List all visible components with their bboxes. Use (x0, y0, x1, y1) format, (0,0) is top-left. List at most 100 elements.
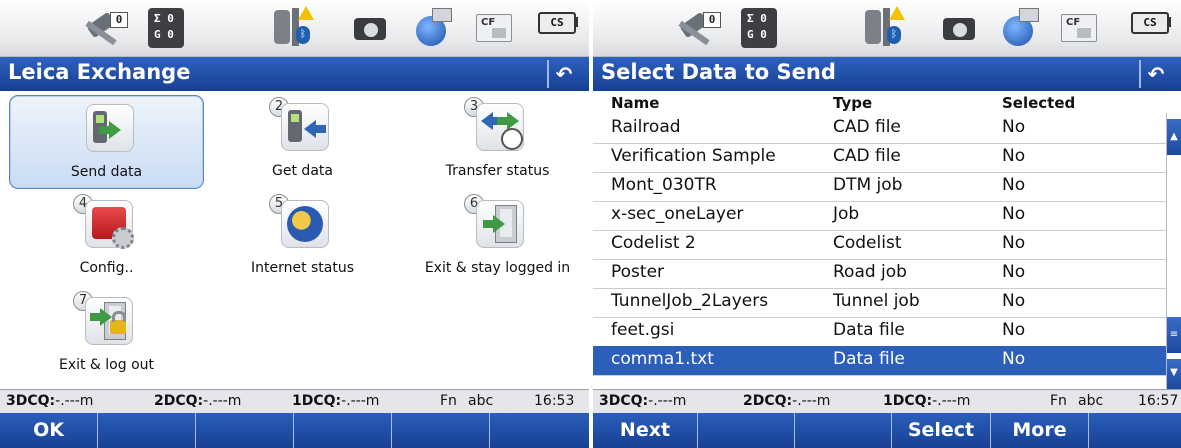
battery-label: CS (538, 12, 576, 34)
tile-label: Exit & log out (58, 357, 155, 373)
1dcq-readout: 1DCQ:-.---m (292, 393, 380, 409)
cell-selected: No (1002, 320, 1026, 340)
softkey-3[interactable] (795, 413, 892, 448)
cell-type: DTM job (833, 175, 903, 195)
transfer-status-icon (476, 103, 524, 151)
scroll-up-icon[interactable]: ▲ (1167, 119, 1181, 155)
cf-card-icon[interactable]: CF (1059, 8, 1099, 48)
back-arrow-icon[interactable]: ↶ (547, 60, 579, 88)
scroll-thumb[interactable]: ≡ (1167, 317, 1181, 353)
camera-icon[interactable] (354, 8, 388, 48)
softkey-2[interactable] (698, 413, 795, 448)
softkey-6[interactable] (1089, 413, 1181, 448)
softkey-3[interactable] (196, 413, 294, 448)
input-mode: abc (1078, 393, 1104, 409)
cell-name: comma1.txt (611, 349, 714, 369)
cell-selected: No (1002, 262, 1026, 282)
page-title: Select Data to Send (601, 60, 836, 84)
next-button[interactable]: Next (593, 413, 698, 448)
tile-label: Internet status (250, 260, 355, 276)
sigma-gps-counter-icon[interactable]: Σ 0 G 0 (741, 8, 777, 48)
tile-label: Config.. (79, 260, 134, 276)
cell-type: Job (833, 204, 860, 224)
select-button[interactable]: Select (892, 413, 991, 448)
config-icon (85, 200, 134, 249)
cell-selected: No (1002, 146, 1026, 166)
instrument-bluetooth-icon[interactable]: ᛒ (272, 6, 314, 48)
ok-button[interactable]: OK (0, 413, 98, 448)
clock: 16:57 (1138, 393, 1179, 409)
g-count: G 0 (747, 28, 767, 41)
table-row[interactable]: Mont_030TR DTM job No (593, 172, 1167, 202)
scrollbar[interactable]: ▲ ≡ ▼ (1166, 113, 1181, 389)
softkey-2[interactable] (98, 413, 196, 448)
cell-selected: No (1002, 175, 1026, 195)
table-row[interactable]: x-sec_oneLayer Job No (593, 201, 1167, 231)
table-row[interactable]: TunnelJob_2Layers Tunnel job No (593, 288, 1167, 318)
softkey-4[interactable] (294, 413, 392, 448)
cell-selected: No (1002, 291, 1026, 311)
cell-name: feet.gsi (611, 320, 675, 340)
table-row[interactable]: feet.gsi Data file No (593, 317, 1167, 347)
globe-icon (281, 200, 329, 248)
cell-name: Mont_030TR (611, 175, 717, 195)
tile-config[interactable]: 4 Config.. (9, 192, 204, 286)
input-mode: abc (468, 393, 494, 409)
table-row[interactable]: comma1.txt Data file No (593, 346, 1167, 376)
table-row[interactable]: Verification Sample CAD file No (593, 143, 1167, 173)
softkey-6[interactable] (490, 413, 589, 448)
title-bar: Leica Exchange ↶ (0, 57, 589, 91)
table-row[interactable]: Railroad CAD file No (593, 114, 1167, 144)
tile-transfer-status[interactable]: 3 Transfer status (400, 95, 589, 189)
quality-info-bar: 3DCQ:-.---m 2DCQ:-.---m 1DCQ:-.---m Fn a… (0, 389, 589, 413)
fn-indicator: Fn (440, 393, 457, 409)
cell-name: Verification Sample (611, 146, 776, 166)
instrument-bluetooth-icon[interactable]: ᛒ (863, 6, 905, 48)
tile-send-data[interactable]: Send data (9, 95, 204, 189)
tile-label: Get data (272, 163, 333, 179)
softkey-bar: Next Select More (593, 413, 1181, 448)
cell-name: x-sec_oneLayer (611, 204, 744, 224)
softkey-bar: OK (0, 413, 589, 448)
select-data-screen: 0 Σ 0 G 0 ᛒ CF CS Select Data to Send ↶ … (593, 0, 1181, 448)
back-arrow-icon[interactable]: ↶ (1139, 60, 1171, 88)
col-type[interactable]: Type (833, 94, 872, 112)
battery-icon[interactable]: CS (1131, 8, 1171, 48)
fn-indicator: Fn (1050, 393, 1067, 409)
sigma-gps-counter-icon[interactable]: Σ 0 G 0 (148, 8, 184, 48)
camera-icon[interactable] (943, 8, 977, 48)
tile-label: Send data (70, 164, 143, 180)
softkey-5[interactable] (392, 413, 490, 448)
page-title: Leica Exchange (8, 60, 191, 84)
scroll-down-icon[interactable]: ▼ (1167, 359, 1181, 389)
cell-type: Data file (833, 320, 905, 340)
quality-info-bar: 3DCQ:-.---m 2DCQ:-.---m 1DCQ:-.---m Fn a… (593, 389, 1181, 413)
tile-exit-stay-logged-in[interactable]: 6 Exit & stay logged in (400, 192, 589, 286)
leica-exchange-screen: 0 Σ 0 G 0 ᛒ CF CS Leica Exchange ↶ Send … (0, 0, 589, 448)
sigma-count: Σ 0 (154, 12, 174, 25)
logout-lock-icon (85, 297, 133, 345)
title-bar: Select Data to Send ↶ (593, 57, 1181, 91)
col-name[interactable]: Name (611, 94, 659, 112)
tile-label: Transfer status (445, 163, 550, 179)
satellite-icon[interactable]: 0 (677, 8, 721, 48)
more-button[interactable]: More (991, 413, 1089, 448)
internet-email-icon[interactable] (414, 8, 454, 48)
cell-type: Codelist (833, 233, 902, 253)
table-row[interactable]: Poster Road job No (593, 259, 1167, 289)
internet-email-icon[interactable] (1001, 8, 1041, 48)
tile-exit-log-out[interactable]: 7 Exit & log out (9, 289, 204, 383)
status-bar: 0 Σ 0 G 0 ᛒ CF CS (593, 0, 1181, 57)
1dcq-readout: 1DCQ:-.---m (883, 393, 971, 409)
col-selected[interactable]: Selected (1002, 94, 1075, 112)
cell-selected: No (1002, 349, 1026, 369)
table-header: Name Type Selected (593, 92, 1181, 114)
tile-internet-status[interactable]: 5 Internet status (205, 192, 400, 286)
cell-name: Poster (611, 262, 665, 282)
table-row[interactable]: Codelist 2 Codelist No (593, 230, 1167, 260)
battery-icon[interactable]: CS (538, 8, 578, 48)
satellite-icon[interactable]: 0 (84, 8, 128, 48)
tile-get-data[interactable]: 2 Get data (205, 95, 400, 189)
cf-card-icon[interactable]: CF (474, 8, 514, 48)
status-bar: 0 Σ 0 G 0 ᛒ CF CS (0, 0, 589, 57)
